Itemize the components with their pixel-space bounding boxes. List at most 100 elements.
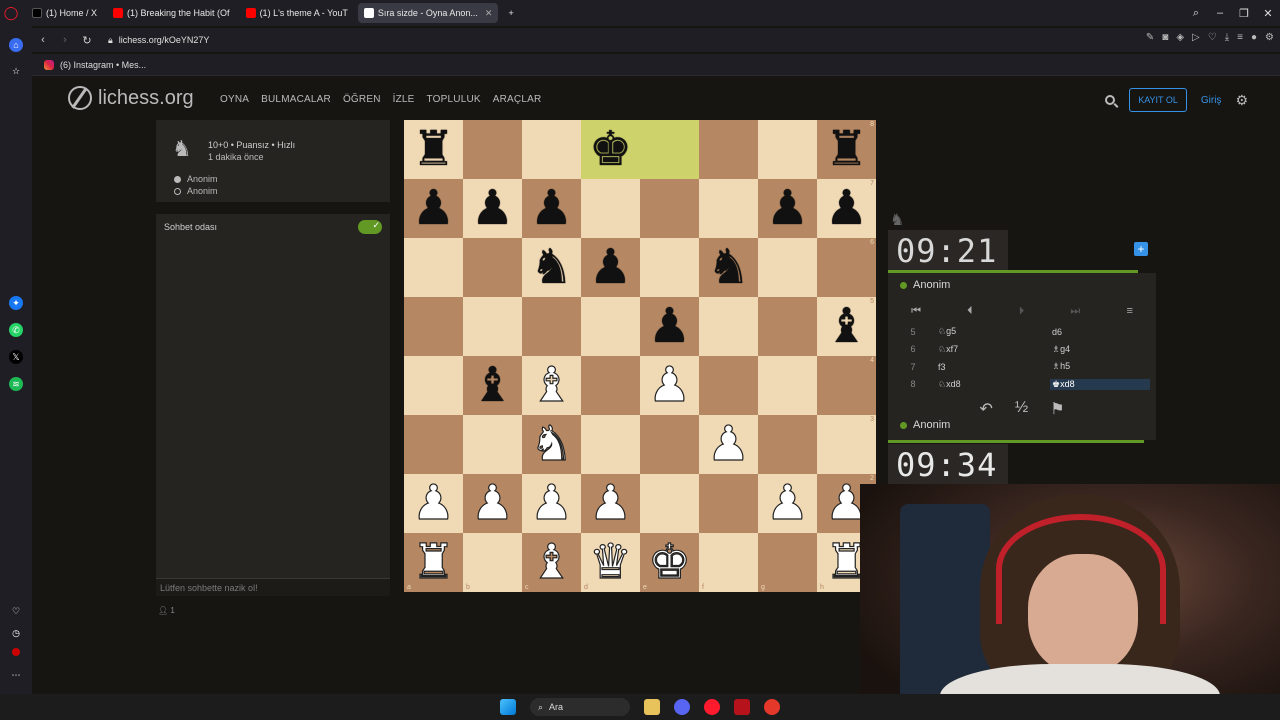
prev-move-icon[interactable]: ⏴: [967, 305, 973, 318]
chrome-icon[interactable]: [764, 699, 780, 715]
square-b8[interactable]: [463, 120, 522, 179]
whatsapp-icon[interactable]: ✆: [9, 323, 23, 337]
square-f6[interactable]: ♞: [699, 238, 758, 297]
black-rook-icon[interactable]: ♜: [825, 125, 868, 174]
nav-oyna[interactable]: OYNA: [220, 94, 249, 105]
forward-icon[interactable]: ›: [54, 34, 76, 46]
square-g2[interactable]: ♟: [758, 474, 817, 533]
more-icon[interactable]: ⋯: [9, 668, 23, 682]
white-pawn-icon[interactable]: ♟: [529, 478, 573, 527]
square-a1[interactable]: ♜ a: [404, 533, 463, 592]
square-g8[interactable]: [758, 120, 817, 179]
new-tab-button[interactable]: +: [502, 3, 519, 23]
discord-icon[interactable]: [674, 699, 690, 715]
square-c1[interactable]: ♝ c: [522, 533, 581, 592]
square-b1[interactable]: b: [463, 533, 522, 592]
bookmarks-star-icon[interactable]: ☆: [9, 64, 23, 78]
square-f5[interactable]: [699, 297, 758, 356]
black-pawn-icon[interactable]: ♟: [589, 243, 632, 292]
heart-icon[interactable]: ♡: [9, 604, 23, 618]
square-e1[interactable]: ♚ e: [640, 533, 699, 592]
first-move-icon[interactable]: ⏮: [911, 305, 921, 318]
square-c7[interactable]: ♟: [522, 179, 581, 238]
square-c8[interactable]: [522, 120, 581, 179]
square-f1[interactable]: f: [699, 533, 758, 592]
square-a4[interactable]: [404, 356, 463, 415]
square-g4[interactable]: [758, 356, 817, 415]
square-c4[interactable]: ♝: [522, 356, 581, 415]
opera-logo-icon[interactable]: ◯: [0, 5, 22, 21]
search-icon[interactable]: [1105, 95, 1116, 105]
square-h6[interactable]: 6: [817, 238, 876, 297]
square-f4[interactable]: [699, 356, 758, 415]
browser-tab-2[interactable]: (1) Breaking the Habit (Of: [107, 3, 236, 23]
black-bishop-icon[interactable]: ♝: [471, 361, 514, 410]
white-bishop-icon[interactable]: ♝: [529, 537, 573, 586]
white-move[interactable]: ♘xf7: [938, 344, 1050, 355]
white-knight-icon[interactable]: ♞: [529, 419, 573, 468]
browser-tab-3[interactable]: (1) L's theme A - YouT: [240, 3, 354, 23]
nav-ogren[interactable]: ÖĞREN: [343, 94, 381, 105]
black-rook-icon[interactable]: ♜: [412, 125, 455, 174]
square-e6[interactable]: [640, 238, 699, 297]
black-pawn-icon[interactable]: ♟: [766, 184, 809, 233]
history-icon[interactable]: ◷: [9, 626, 23, 640]
square-c5[interactable]: [522, 297, 581, 356]
square-a7[interactable]: ♟: [404, 179, 463, 238]
white-pawn-icon[interactable]: ♟: [588, 478, 632, 527]
next-move-icon[interactable]: ⏵: [1019, 305, 1025, 318]
black-move[interactable]: ♗h5: [1050, 361, 1150, 372]
back-icon[interactable]: ‹: [32, 34, 54, 46]
square-h8[interactable]: ♜ 8: [817, 120, 876, 179]
white-pawn-icon[interactable]: ♟: [647, 360, 691, 409]
square-d5[interactable]: [581, 297, 640, 356]
black-pawn-icon[interactable]: ♟: [648, 302, 691, 351]
nav-topluluk[interactable]: TOPLULUK: [427, 94, 481, 105]
close-window-icon[interactable]: ✕: [1256, 7, 1280, 20]
record-icon[interactable]: [12, 648, 20, 656]
square-f3[interactable]: ♟: [699, 415, 758, 474]
gear-icon[interactable]: ⚙: [1235, 92, 1248, 109]
square-g1[interactable]: g: [758, 533, 817, 592]
black-pawn-icon[interactable]: ♟: [412, 184, 455, 233]
square-d7[interactable]: [581, 179, 640, 238]
black-pawn-icon[interactable]: ♟: [825, 184, 868, 233]
black-move[interactable]: d6: [1050, 327, 1150, 337]
square-b3[interactable]: [463, 415, 522, 474]
play-icon[interactable]: ▷: [1192, 32, 1200, 43]
black-knight-icon[interactable]: ♞: [707, 243, 750, 292]
close-tab-icon[interactable]: ✕: [485, 8, 493, 19]
bookmark-item[interactable]: (6) Instagram • Mes...: [60, 60, 146, 70]
square-f2[interactable]: [699, 474, 758, 533]
reload-icon[interactable]: ↻: [76, 34, 98, 47]
nav-araclar[interactable]: ARAÇLAR: [493, 94, 542, 105]
square-g5[interactable]: [758, 297, 817, 356]
black-knight-icon[interactable]: ♞: [530, 243, 573, 292]
moves-menu-icon[interactable]: ≡: [1126, 305, 1132, 317]
menu-icon[interactable]: ≡: [1237, 32, 1243, 43]
square-d2[interactable]: ♟: [581, 474, 640, 533]
x-icon[interactable]: 𝕏: [9, 350, 23, 364]
black-king-icon[interactable]: ♚: [589, 125, 632, 174]
black-move[interactable]: ♚xd8: [1050, 378, 1150, 390]
square-d3[interactable]: [581, 415, 640, 474]
square-a5[interactable]: [404, 297, 463, 356]
white-move[interactable]: ♘xd8: [938, 379, 1050, 390]
nav-bulmacalar[interactable]: BULMACALAR: [261, 94, 331, 105]
white-queen-icon[interactable]: ♛: [588, 537, 632, 586]
search-tabs-icon[interactable]: ⌕: [1184, 7, 1208, 20]
black-bishop-icon[interactable]: ♝: [825, 302, 868, 351]
nav-izle[interactable]: İZLE: [393, 94, 415, 105]
square-f8[interactable]: [699, 120, 758, 179]
square-d8[interactable]: ♚: [581, 120, 640, 179]
spotify-icon[interactable]: ≋: [9, 377, 23, 391]
url-field[interactable]: 🔒︎ lichess.org/kOeYN27Y: [108, 35, 209, 46]
white-move[interactable]: ♘g5: [938, 326, 1050, 337]
takeback-icon[interactable]: ↶: [979, 399, 992, 419]
app-icon[interactable]: [734, 699, 750, 715]
square-d4[interactable]: [581, 356, 640, 415]
white-pawn-icon[interactable]: ♟: [706, 419, 750, 468]
square-h4[interactable]: 4: [817, 356, 876, 415]
square-h5[interactable]: ♝ 5: [817, 297, 876, 356]
browser-tab-1[interactable]: (1) Home / X: [26, 3, 103, 23]
